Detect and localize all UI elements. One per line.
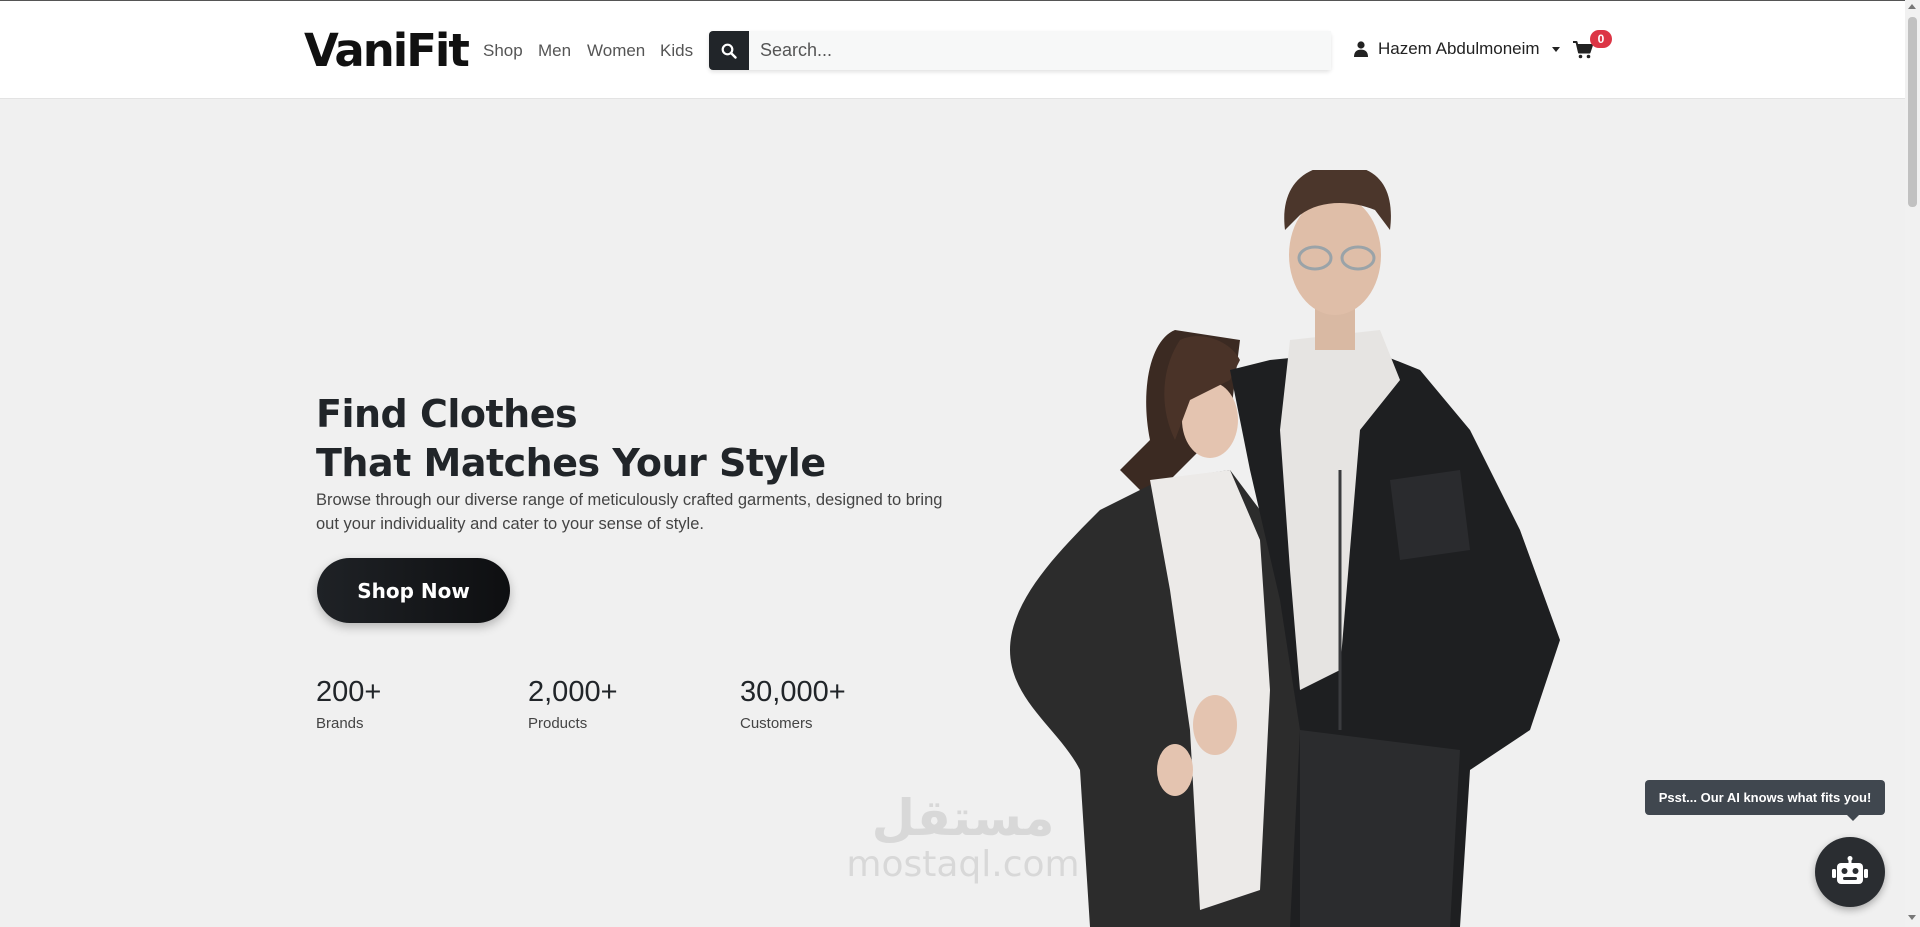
ai-chat-button[interactable] — [1815, 837, 1885, 907]
stat-brands: 200+ Brands — [316, 675, 381, 733]
stat-label: Products — [528, 715, 588, 732]
user-menu[interactable]: Hazem Abdulmoneim — [1354, 39, 1560, 59]
nav-link-shop[interactable]: Shop — [483, 41, 523, 61]
watermark: مستقل mostaql.com — [843, 790, 1083, 884]
chevron-down-icon — [1551, 46, 1560, 52]
hero-title: Find Clothes That Matches Your Style — [316, 390, 826, 488]
watermark-latin: mostaql.com — [846, 844, 1080, 885]
shop-now-button[interactable]: Shop Now — [317, 558, 510, 623]
navbar: VaniFit Shop Men Women Kids Hazem Abdulm… — [0, 1, 1905, 99]
scroll-up-arrow[interactable] — [1908, 4, 1916, 9]
search-bar — [709, 31, 1331, 70]
stat-products: 2,000+ Products — [528, 675, 618, 733]
cart-icon — [1573, 41, 1593, 59]
nav-link-kids[interactable]: Kids — [660, 41, 693, 61]
nav-link-men[interactable]: Men — [538, 41, 571, 61]
brand-logo[interactable]: VaniFit — [304, 25, 470, 77]
hero-title-line2: That Matches Your Style — [316, 441, 826, 485]
stat-value: 30,000+ — [740, 676, 846, 708]
nav-link-women[interactable]: Women — [587, 41, 645, 61]
chat-tooltip: Psst... Our AI knows what fits you! — [1645, 780, 1885, 815]
scroll-down-arrow[interactable] — [1908, 915, 1916, 920]
user-name: Hazem Abdulmoneim — [1378, 39, 1540, 58]
chat-tooltip-tail — [1847, 815, 1859, 821]
user-icon — [1354, 41, 1368, 57]
watermark-arabic: مستقل — [871, 789, 1055, 847]
scroll-thumb[interactable] — [1908, 17, 1917, 207]
stat-label: Brands — [316, 715, 364, 732]
stat-customers: 30,000+ Customers — [740, 675, 846, 733]
cart-button[interactable] — [1573, 41, 1593, 64]
robot-icon — [1832, 856, 1868, 884]
stat-label: Customers — [740, 715, 813, 732]
search-input[interactable] — [749, 31, 1331, 70]
stat-value: 2,000+ — [528, 676, 618, 708]
stat-value: 200+ — [316, 676, 382, 708]
hero-description: Browse through our diverse range of meti… — [316, 491, 943, 533]
search-button[interactable] — [709, 31, 749, 70]
search-icon — [721, 43, 737, 59]
page-scrollbar[interactable] — [1905, 0, 1920, 927]
hero-title-line1: Find Clothes — [316, 392, 578, 436]
cart-count-badge: 0 — [1590, 30, 1612, 48]
hero-models-image — [1010, 170, 1560, 927]
